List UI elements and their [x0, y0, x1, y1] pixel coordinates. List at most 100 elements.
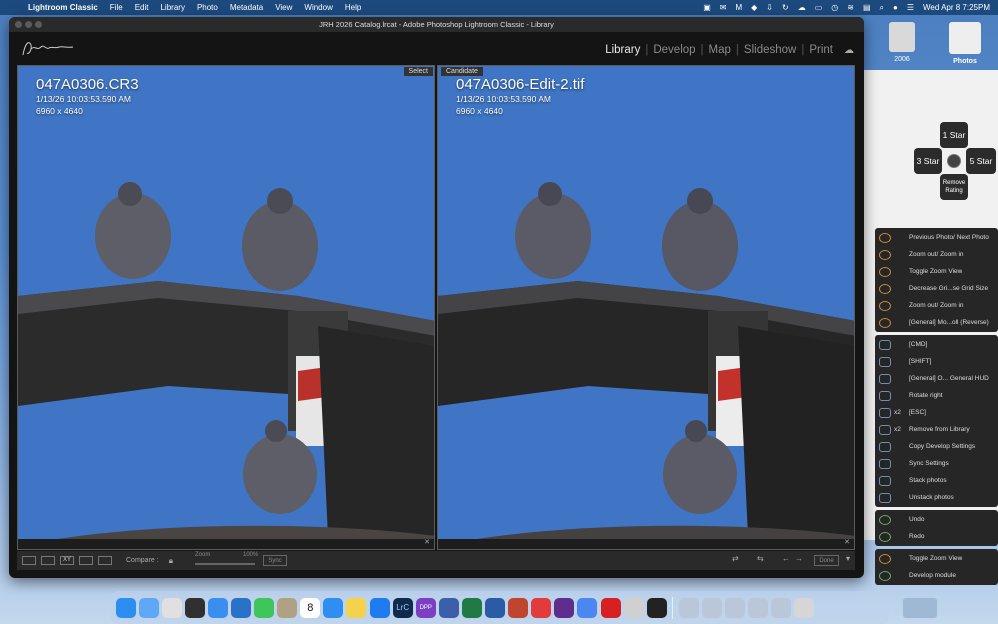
hud-row[interactable]: Toggle Zoom View	[875, 550, 998, 567]
menu-library[interactable]: Library	[160, 3, 184, 12]
dock-document-icon[interactable]	[771, 597, 792, 618]
hud-row[interactable]: Stack photos	[875, 472, 998, 489]
status-app-icon[interactable]: ▣	[703, 3, 711, 12]
hud-row[interactable]: Sync Settings	[875, 455, 998, 472]
hud-row[interactable]: [General] O... General HUD	[875, 370, 998, 387]
desktop-folder-2006[interactable]: 2006	[882, 22, 922, 63]
dock-contacts-icon[interactable]	[277, 597, 298, 618]
dock-finder-icon[interactable]	[115, 597, 136, 618]
dock-dpp-icon[interactable]: DPP	[415, 597, 436, 618]
dock-lightroom-classic-icon[interactable]: LrC	[392, 597, 413, 618]
hud-row[interactable]: x2 [ESC]	[875, 404, 998, 421]
dock-app-store-alt-icon[interactable]	[369, 597, 390, 618]
dock-notes-icon[interactable]	[346, 597, 367, 618]
control-strip-icon[interactable]: ▤	[863, 3, 871, 12]
menu-help[interactable]: Help	[345, 3, 361, 12]
siri-icon[interactable]: ●	[893, 3, 898, 12]
hud-row[interactable]: Zoom out/ Zoom in	[875, 297, 998, 314]
window-titlebar[interactable]: JRH 2026 Catalog.lrcat - Adobe Photoshop…	[9, 17, 864, 32]
menu-window[interactable]: Window	[304, 3, 332, 12]
menubar-clock[interactable]: Wed Apr 8 7:25PM	[923, 3, 990, 12]
make-select-icon[interactable]: ⇆	[757, 554, 764, 563]
dock-google-icon[interactable]	[577, 597, 598, 618]
dock-trash-icon[interactable]	[794, 597, 815, 618]
hud-row[interactable]: Copy Develop Settings	[875, 438, 998, 455]
menu-file[interactable]: File	[110, 3, 123, 12]
close-pane-icon[interactable]: ✕	[424, 538, 430, 546]
dock-desktop-thumbnail[interactable]	[903, 598, 937, 618]
dock-acrobat-icon[interactable]	[600, 597, 621, 618]
dock-mission-control-icon[interactable]	[184, 597, 205, 618]
next-photo-icon[interactable]: →	[795, 554, 803, 563]
dock-bbedit-icon[interactable]	[438, 597, 459, 618]
hud-row[interactable]: Unstack photos	[875, 489, 998, 506]
hud-row[interactable]: Decrease Gri...se Grid Size	[875, 280, 998, 297]
hud-row[interactable]: Zoom out/ Zoom in	[875, 246, 998, 263]
dock-folder-icon[interactable]	[678, 597, 699, 618]
rating-3-star[interactable]: 3 Star	[914, 148, 942, 174]
compare-view-button[interactable]: XY	[60, 556, 74, 565]
toolbar-menu-icon[interactable]: ▾	[846, 554, 850, 563]
hud-row[interactable]: Toggle Zoom View	[875, 263, 998, 280]
people-view-button[interactable]	[98, 556, 112, 565]
sync-icon[interactable]: ↻	[782, 3, 789, 12]
control-center-icon[interactable]: ☰	[907, 3, 914, 12]
dock-folder-icon[interactable]	[701, 597, 722, 618]
dock-word-icon[interactable]	[485, 597, 506, 618]
zoom-window-button[interactable]	[35, 21, 42, 28]
hud-row[interactable]: [SHIFT]	[875, 353, 998, 370]
dock-calendar-icon[interactable]: 8	[300, 597, 321, 618]
desktop-photos[interactable]: Photos	[943, 22, 987, 65]
gmail-icon[interactable]: ✉	[720, 3, 727, 12]
rating-1-star[interactable]: 1 Star	[940, 122, 968, 148]
module-library[interactable]: Library	[600, 44, 645, 56]
hud-row[interactable]: [CMD]	[875, 336, 998, 353]
dock-affinity-icon[interactable]	[554, 597, 575, 618]
cloud-sync-icon[interactable]: ☁	[844, 45, 854, 56]
dock-icloud-icon[interactable]	[138, 597, 159, 618]
app-menu[interactable]: Lightroom Classic	[28, 3, 98, 12]
module-print[interactable]: Print	[804, 44, 838, 56]
download-icon[interactable]: ⇩	[766, 3, 773, 12]
candidate-photo-pane[interactable]: 047A0306-Edit-2.tif 1/13/26 10:03:53.590…	[437, 65, 855, 550]
cloud-icon[interactable]: ☁	[798, 3, 806, 12]
dock-messages-icon[interactable]	[254, 597, 275, 618]
close-pane-icon[interactable]: ✕	[844, 538, 850, 546]
menu-edit[interactable]: Edit	[135, 3, 149, 12]
select-photo-pane[interactable]: 047A0306.CR3 1/13/26 10:03:53.590 AM 696…	[17, 65, 435, 550]
module-develop[interactable]: Develop	[648, 44, 700, 56]
loupe-view-button[interactable]	[41, 556, 55, 565]
wifi-icon[interactable]: ≋	[847, 3, 854, 12]
sync-button[interactable]: Sync	[263, 555, 287, 566]
dock-document-icon[interactable]	[724, 597, 745, 618]
dock-lambda-icon[interactable]	[623, 597, 644, 618]
grid-view-button[interactable]	[22, 556, 36, 565]
hud-row[interactable]: Develop module	[875, 567, 998, 584]
minimize-window-button[interactable]	[25, 21, 32, 28]
dock-outlook-icon[interactable]	[231, 597, 252, 618]
dock-powerpoint-icon[interactable]	[508, 597, 529, 618]
dock-excel-icon[interactable]	[461, 597, 482, 618]
module-slideshow[interactable]: Slideshow	[739, 44, 801, 56]
battery-icon[interactable]: ▭	[815, 3, 823, 12]
dock-news-icon[interactable]	[531, 597, 552, 618]
menu-photo[interactable]: Photo	[197, 3, 218, 12]
dock-safari-icon[interactable]	[323, 597, 344, 618]
rating-5-star[interactable]: 5 Star	[966, 148, 996, 174]
dropbox-icon[interactable]: ◆	[751, 3, 757, 12]
malwarebytes-icon[interactable]: M	[735, 3, 742, 12]
previous-photo-icon[interactable]: ←	[782, 554, 790, 563]
hud-row[interactable]: [General] Mo...oll (Reverse)	[875, 314, 998, 331]
hud-row[interactable]: Redo	[875, 528, 998, 545]
swap-icon[interactable]: ⇄	[732, 554, 739, 563]
dock-launchpad-icon[interactable]	[161, 597, 182, 618]
menu-view[interactable]: View	[275, 3, 292, 12]
dock-document-icon[interactable]	[748, 597, 769, 618]
hud-row[interactable]: Previous Photo/ Next Photo	[875, 229, 998, 246]
dock-mail-icon[interactable]	[207, 597, 228, 618]
menu-metadata[interactable]: Metadata	[230, 3, 263, 12]
survey-view-button[interactable]	[79, 556, 93, 565]
module-map[interactable]: Map	[704, 44, 736, 56]
time-machine-icon[interactable]: ◷	[831, 3, 838, 12]
spotlight-icon[interactable]: ⌕	[880, 3, 884, 13]
